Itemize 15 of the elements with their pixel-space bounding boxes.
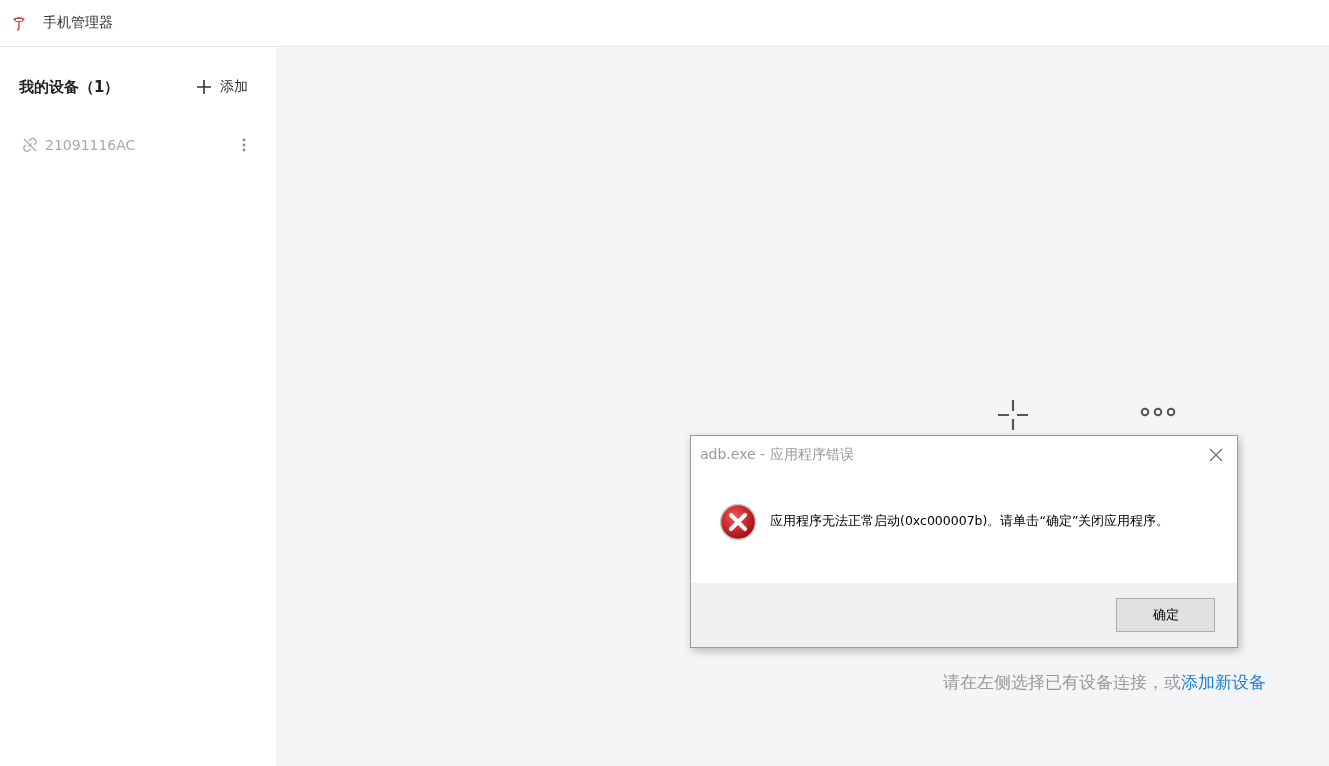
app-title: 手机管理器	[43, 14, 113, 32]
add-device-link[interactable]: 添加新设备	[1181, 672, 1266, 692]
dots-icon	[1140, 407, 1176, 417]
broken-link-icon	[22, 137, 38, 153]
add-button[interactable]: 添加	[196, 78, 248, 96]
close-icon[interactable]	[1209, 448, 1223, 462]
error-icon	[719, 502, 757, 541]
more-options-icon[interactable]	[242, 138, 246, 152]
ok-button[interactable]: 确定	[1116, 598, 1215, 632]
connect-hint: 请在左侧选择已有设备连接，或添加新设备	[942, 671, 1266, 694]
devices-heading: 我的设备（1）	[19, 77, 120, 97]
dialog-title: adb.exe - 应用程序错误	[700, 446, 854, 464]
plus-icon	[196, 79, 212, 95]
error-message: 应用程序无法正常启动(0xc000007b)。请单击“确定”关闭应用程序。	[770, 513, 1170, 530]
crosshair-icon	[997, 399, 1029, 431]
